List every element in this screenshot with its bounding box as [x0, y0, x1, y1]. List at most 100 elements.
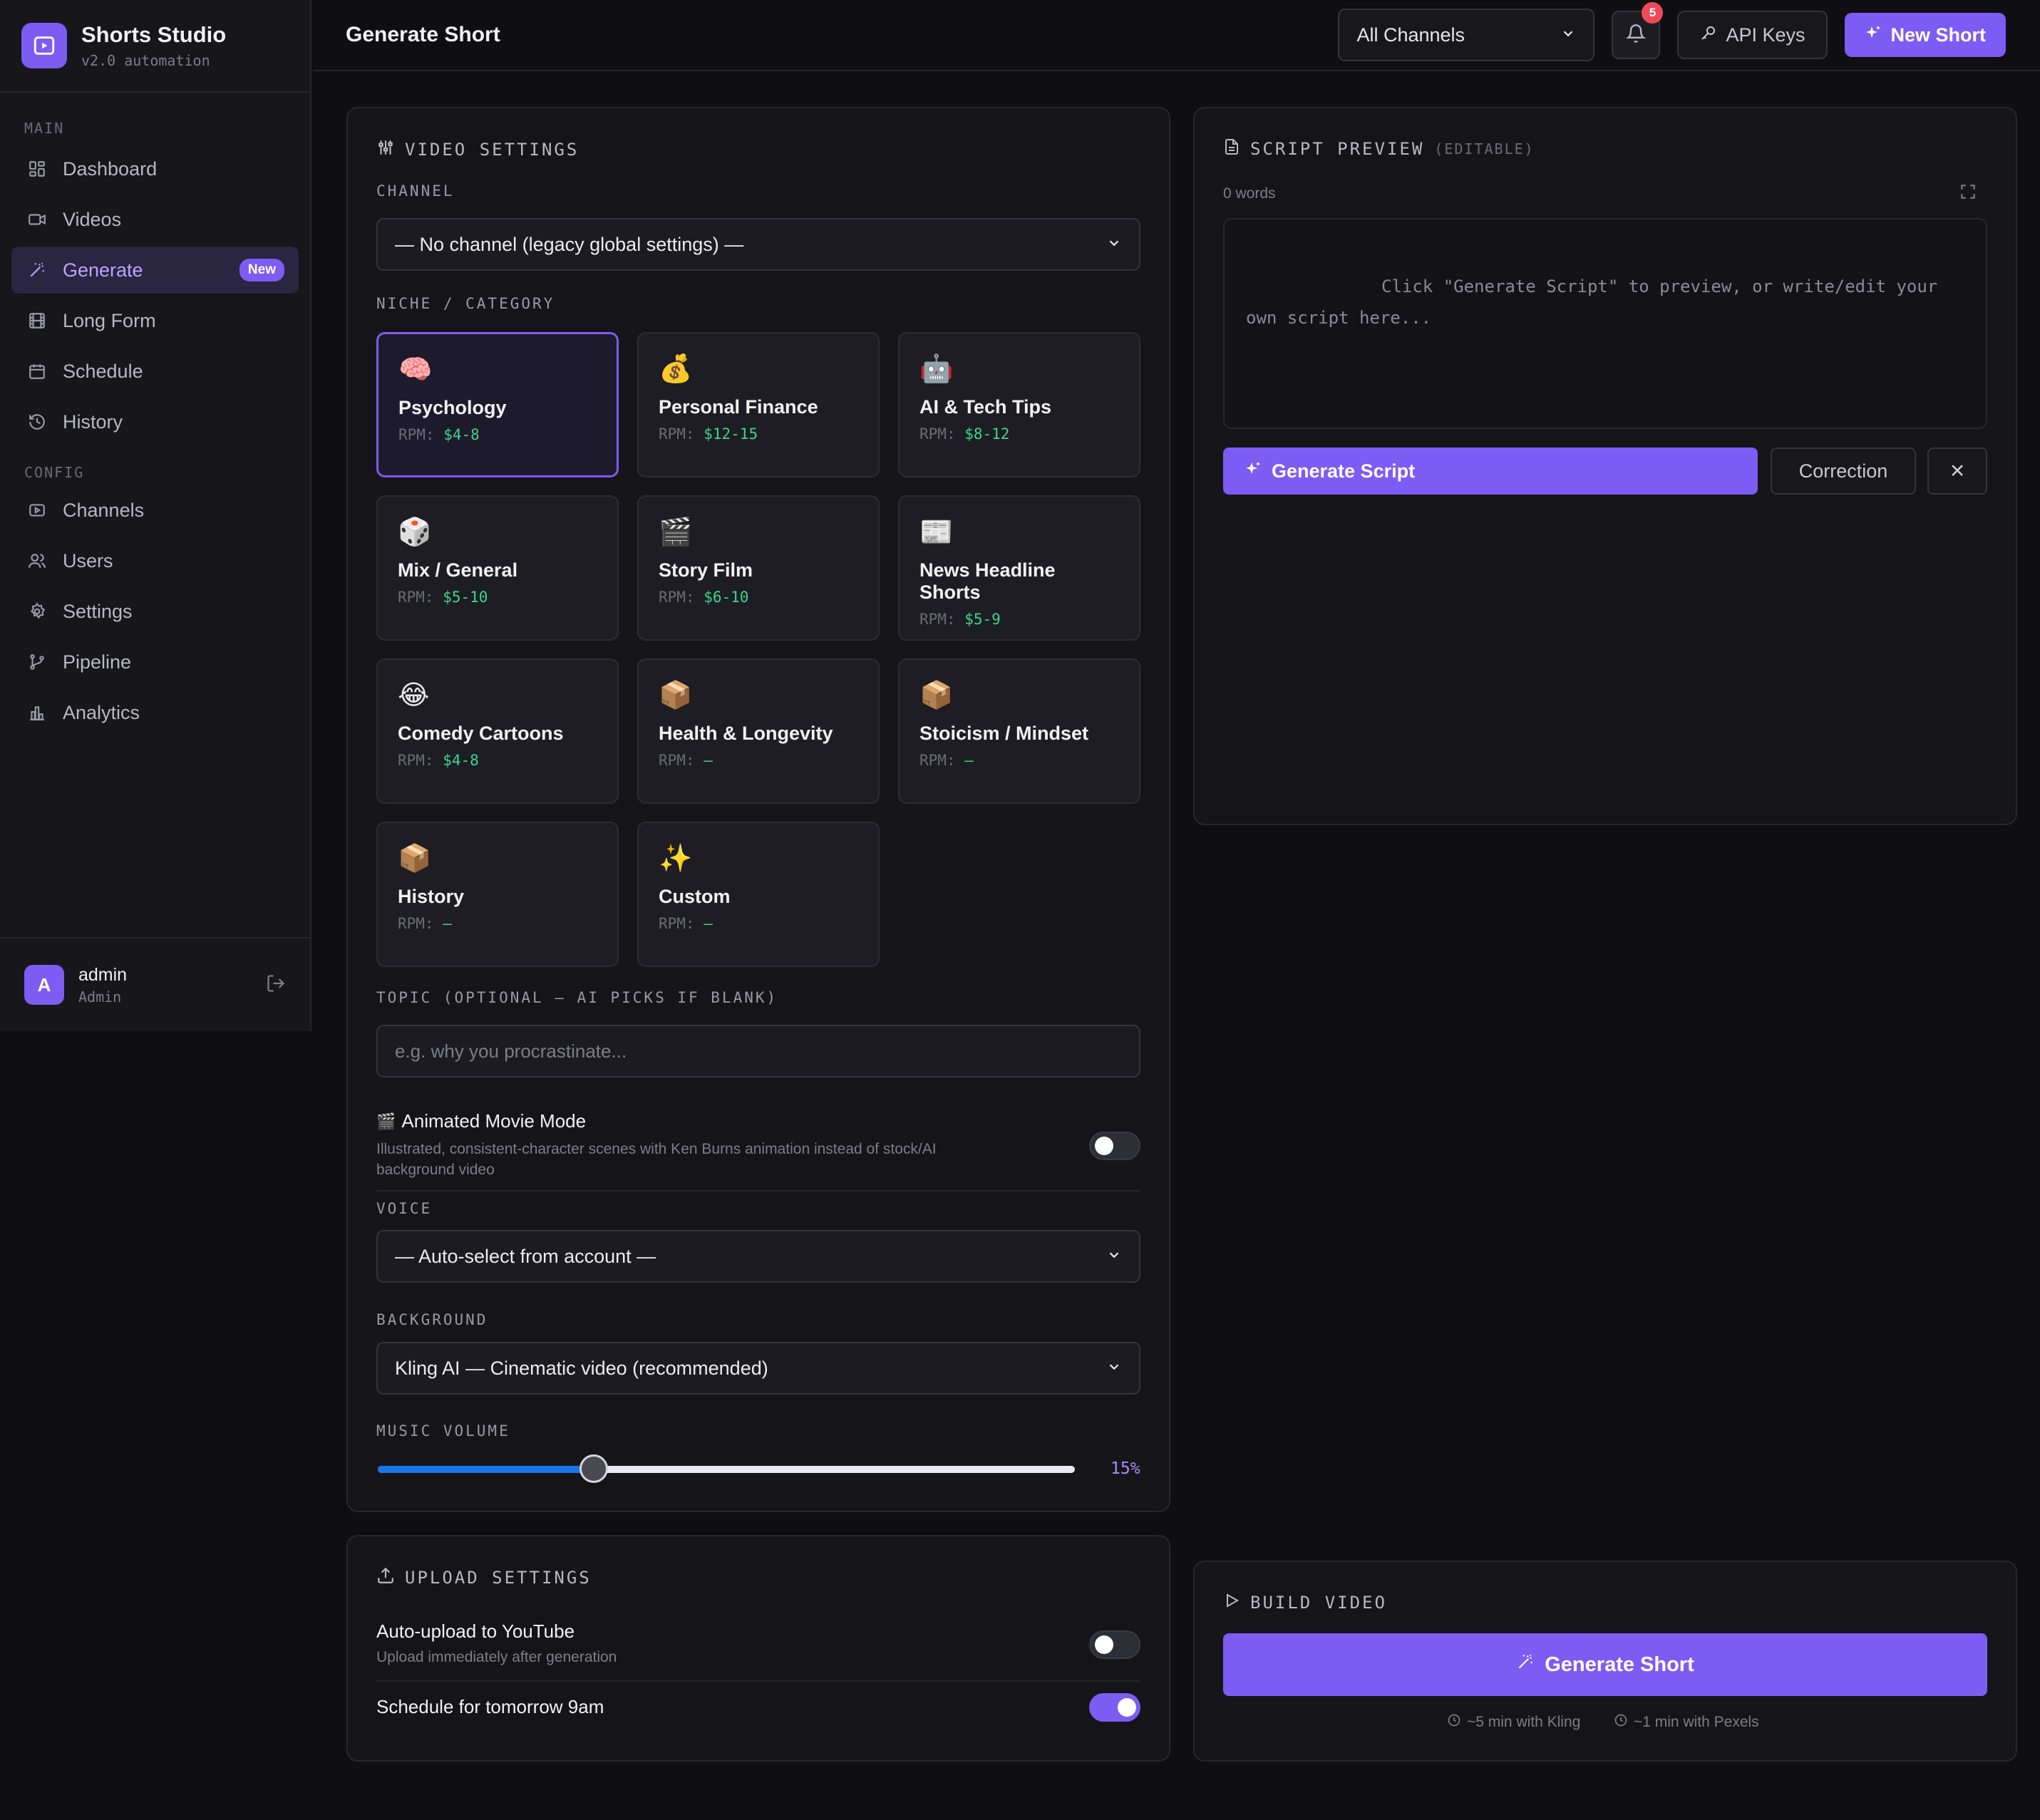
voice-select[interactable]: — Auto-select from account —: [376, 1230, 1140, 1283]
script-textarea[interactable]: Click "Generate Script" to preview, or w…: [1223, 218, 1987, 429]
animated-mode-desc-line2: background video: [376, 1162, 495, 1178]
niche-rpm: RPM: $5-10: [398, 589, 597, 606]
channel-label: CHANNEL: [376, 182, 455, 200]
schedule-title: Schedule for tomorrow 9am: [376, 1696, 604, 1717]
generate-short-button[interactable]: Generate Short: [1223, 1633, 1987, 1696]
gear-icon: [26, 600, 48, 623]
niche-rpm: RPM: $6-10: [659, 589, 858, 606]
sidebar-item-label: Videos: [63, 208, 122, 230]
toggle-knob: [1118, 1698, 1136, 1717]
sidebar-item-channels[interactable]: Channels: [11, 487, 299, 534]
niche-rpm: RPM: $4-8: [398, 752, 597, 769]
niche-card-story-film[interactable]: 🎬 Story Film RPM: $6-10: [637, 495, 880, 641]
sidebar-item-settings[interactable]: Settings: [11, 588, 299, 635]
niche-name: AI & Tech Tips: [919, 396, 1052, 418]
grid-icon: [26, 157, 48, 180]
channel-select[interactable]: — No channel (legacy global settings) —: [376, 218, 1140, 271]
rpm-prefix: RPM:: [919, 425, 956, 443]
chevron-down-icon: [1560, 24, 1576, 46]
user-profile: A admin Admin: [0, 937, 310, 1031]
pexels-time-hint: ~1 min with Pexels: [1614, 1713, 1759, 1732]
branch-icon: [26, 651, 48, 673]
niche-card-stoicism-mindset[interactable]: 📦 Stoicism / Mindset RPM: —: [898, 658, 1140, 804]
new-badge: New: [239, 259, 284, 281]
key-icon: [1700, 24, 1717, 46]
music-volume-slider[interactable]: [378, 1454, 1075, 1483]
rpm-value: $8-12: [964, 425, 1010, 443]
bar-chart-icon: [26, 701, 48, 724]
auto-upload-toggle[interactable]: [1089, 1630, 1140, 1659]
animated-mode-toggle[interactable]: [1089, 1132, 1140, 1160]
upload-icon: [376, 1566, 395, 1589]
app-version: v2.0 automation: [81, 52, 210, 69]
sidebar-item-label: Settings: [63, 600, 133, 622]
niche-card-ai-tech[interactable]: 🤖 AI & Tech Tips RPM: $8-12: [898, 332, 1140, 477]
api-keys-button[interactable]: API Keys: [1677, 11, 1828, 59]
rpm-prefix: RPM:: [919, 752, 956, 769]
rpm-value: —: [704, 915, 713, 932]
rpm-prefix: RPM:: [398, 915, 434, 932]
topic-input[interactable]: [376, 1025, 1140, 1077]
niche-card-mix-general[interactable]: 🎲 Mix / General RPM: $5-10: [376, 495, 619, 641]
notifications-button[interactable]: 5: [1612, 2, 1664, 59]
sidebar-item-schedule[interactable]: Schedule: [11, 348, 299, 395]
correction-button[interactable]: Correction: [1771, 448, 1916, 495]
sidebar-item-videos[interactable]: Videos: [11, 196, 299, 243]
clapper-icon: 🎬: [659, 517, 693, 547]
brand[interactable]: Shorts Studio v2.0 automation: [0, 0, 310, 93]
expand-icon[interactable]: [1959, 182, 1977, 205]
niche-card-history[interactable]: 📦 History RPM: —: [376, 822, 619, 967]
clear-script-button[interactable]: ✕: [1927, 448, 1987, 495]
money-bag-icon: 💰: [659, 354, 693, 384]
sidebar-item-label: Pipeline: [63, 651, 132, 673]
niche-card-comedy-cartoons[interactable]: 😂 Comedy Cartoons RPM: $4-8: [376, 658, 619, 804]
user-role: Admin: [78, 988, 122, 1005]
sidebar-item-history[interactable]: History: [11, 398, 299, 445]
rpm-prefix: RPM:: [398, 426, 435, 443]
generate-script-button[interactable]: Generate Script: [1223, 448, 1758, 495]
channel-filter-select[interactable]: All Channels: [1338, 9, 1595, 61]
close-icon: ✕: [1949, 460, 1966, 482]
niche-card-personal-finance[interactable]: 💰 Personal Finance RPM: $12-15: [637, 332, 880, 477]
niche-card-health-longevity[interactable]: 📦 Health & Longevity RPM: —: [637, 658, 880, 804]
sparkles-icon: ✨: [659, 844, 693, 874]
schedule-toggle[interactable]: [1089, 1693, 1140, 1722]
sidebar-item-analytics[interactable]: Analytics: [11, 689, 299, 736]
niche-card-custom[interactable]: ✨ Custom RPM: —: [637, 822, 880, 967]
sidebar-item-pipeline[interactable]: Pipeline: [11, 638, 299, 686]
page-title: Generate Short: [346, 23, 500, 46]
rpm-value: —: [704, 752, 713, 769]
toggle-knob: [1095, 1635, 1113, 1654]
sparkle-icon: [1865, 24, 1882, 46]
logout-icon[interactable]: [266, 973, 286, 997]
niche-card-psychology[interactable]: 🧠 Psychology RPM: $4-8: [376, 332, 619, 477]
rpm-value: —: [964, 752, 974, 769]
sidebar-item-dashboard[interactable]: Dashboard: [11, 145, 299, 192]
niche-card-news-headline[interactable]: 📰 News Headline Shorts RPM: $5-9: [898, 495, 1140, 641]
package-icon: 📦: [919, 681, 954, 710]
video-icon: [26, 208, 48, 231]
sidebar-item-generate[interactable]: Generate New: [11, 247, 299, 294]
calendar-icon: [26, 360, 48, 383]
background-select[interactable]: Kling AI — Cinematic video (recommended): [376, 1342, 1140, 1395]
animated-mode-desc-line1: Illustrated, consistent-character scenes…: [376, 1141, 937, 1157]
sidebar-item-label: Generate: [63, 259, 143, 281]
niche-rpm: RPM: $8-12: [919, 425, 1119, 443]
slider-thumb[interactable]: [579, 1454, 609, 1483]
user-name: admin: [78, 964, 128, 985]
voice-label: VOICE: [376, 1200, 433, 1217]
video-settings-header: VIDEO SETTINGS: [376, 138, 579, 161]
topic-label: TOPIC (OPTIONAL — AI PICKS IF BLANK): [376, 989, 778, 1006]
kling-time-hint: ~5 min with Kling: [1447, 1713, 1580, 1732]
pexels-hint-text: ~1 min with Pexels: [1634, 1714, 1759, 1730]
app-name: Shorts Studio: [81, 22, 227, 47]
new-short-button[interactable]: New Short: [1845, 13, 2006, 57]
niche-name: Story Film: [659, 559, 753, 581]
divider: [376, 1190, 1140, 1191]
sidebar-item-users[interactable]: Users: [11, 537, 299, 584]
play-square-icon: [26, 499, 48, 522]
rpm-prefix: RPM:: [659, 915, 695, 932]
sidebar-item-long-form[interactable]: Long Form: [11, 297, 299, 344]
avatar: A: [24, 965, 64, 1005]
channel-select-value: — No channel (legacy global settings) —: [395, 233, 744, 255]
